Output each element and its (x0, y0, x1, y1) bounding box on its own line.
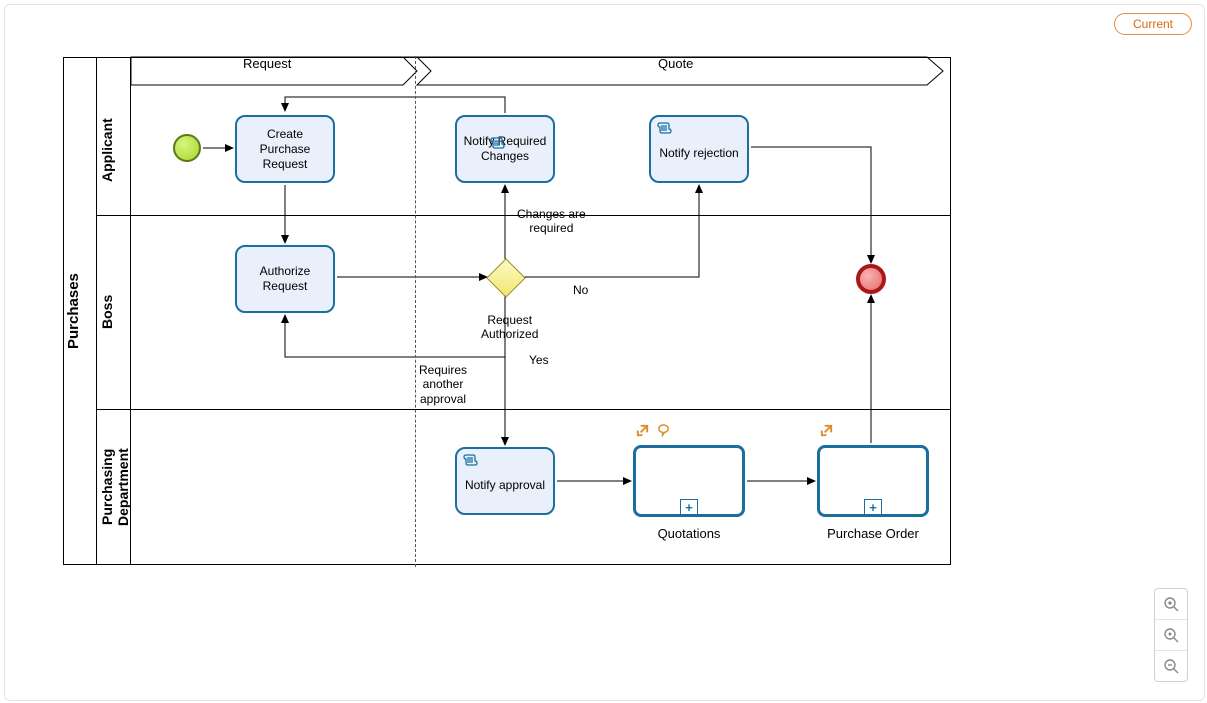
zoom-controls (1154, 588, 1188, 682)
subprocess-label-purchase-order: Purchase Order (817, 526, 929, 541)
edge-label-requires-another: Requires another approval (419, 363, 467, 406)
end-event[interactable] (856, 264, 886, 294)
zoom-out-icon (1163, 658, 1179, 674)
phase-label-quote: Quote (658, 56, 693, 71)
task-notify-rejection[interactable]: Notify rejection (649, 115, 749, 183)
current-button[interactable]: Current (1114, 13, 1192, 35)
lane-title-applicant: Applicant (99, 85, 129, 215)
expand-icon: + (680, 499, 698, 514)
script-icon (463, 121, 479, 135)
zoom-reset-icon (1163, 627, 1179, 643)
edge-label-no: No (573, 283, 588, 297)
phase-label-request: Request (243, 56, 291, 71)
subprocess-purchase-order[interactable]: + (817, 445, 929, 517)
zoom-reset-button[interactable] (1155, 620, 1187, 651)
lane-title-boss: Boss (99, 215, 129, 409)
task-notify-approval[interactable]: Notify approval (455, 447, 555, 515)
external-link-icon[interactable] (635, 423, 650, 442)
edge-label-request-authorized: Request Authorized (481, 313, 538, 342)
script-icon (463, 453, 479, 467)
bpmn-diagram: Purchases Applicant Boss Purchasing Depa… (33, 33, 953, 563)
task-label: Notify approval (465, 470, 545, 493)
gateway-exclusive[interactable] (486, 258, 524, 296)
subprocess-quotations[interactable]: + (633, 445, 745, 517)
start-event[interactable] (173, 134, 201, 162)
pool-title: Purchases (65, 57, 95, 565)
external-link-icon[interactable] (819, 423, 834, 442)
phase-divider (415, 56, 416, 567)
expand-icon: + (864, 499, 882, 514)
edge-label-changes-required: Changes are required (517, 207, 586, 236)
task-authorize-request[interactable]: Authorize Request (235, 245, 335, 313)
script-icon (657, 121, 673, 135)
comment-icon[interactable] (657, 423, 672, 442)
zoom-out-button[interactable] (1155, 651, 1187, 681)
edge-label-yes: Yes (529, 353, 549, 367)
diagram-panel: Current (4, 4, 1205, 701)
zoom-in-button[interactable] (1155, 589, 1187, 620)
zoom-in-icon (1163, 596, 1179, 612)
lane-title-purchasing: Purchasing Department (99, 409, 129, 565)
task-create-purchase-request[interactable]: Create Purchase Request (235, 115, 335, 183)
subprocess-label-quotations: Quotations (633, 526, 745, 541)
task-label: Notify rejection (659, 138, 738, 161)
lane-divider-2 (97, 409, 951, 410)
task-notify-required-changes[interactable]: Notify Required Changes (455, 115, 555, 183)
